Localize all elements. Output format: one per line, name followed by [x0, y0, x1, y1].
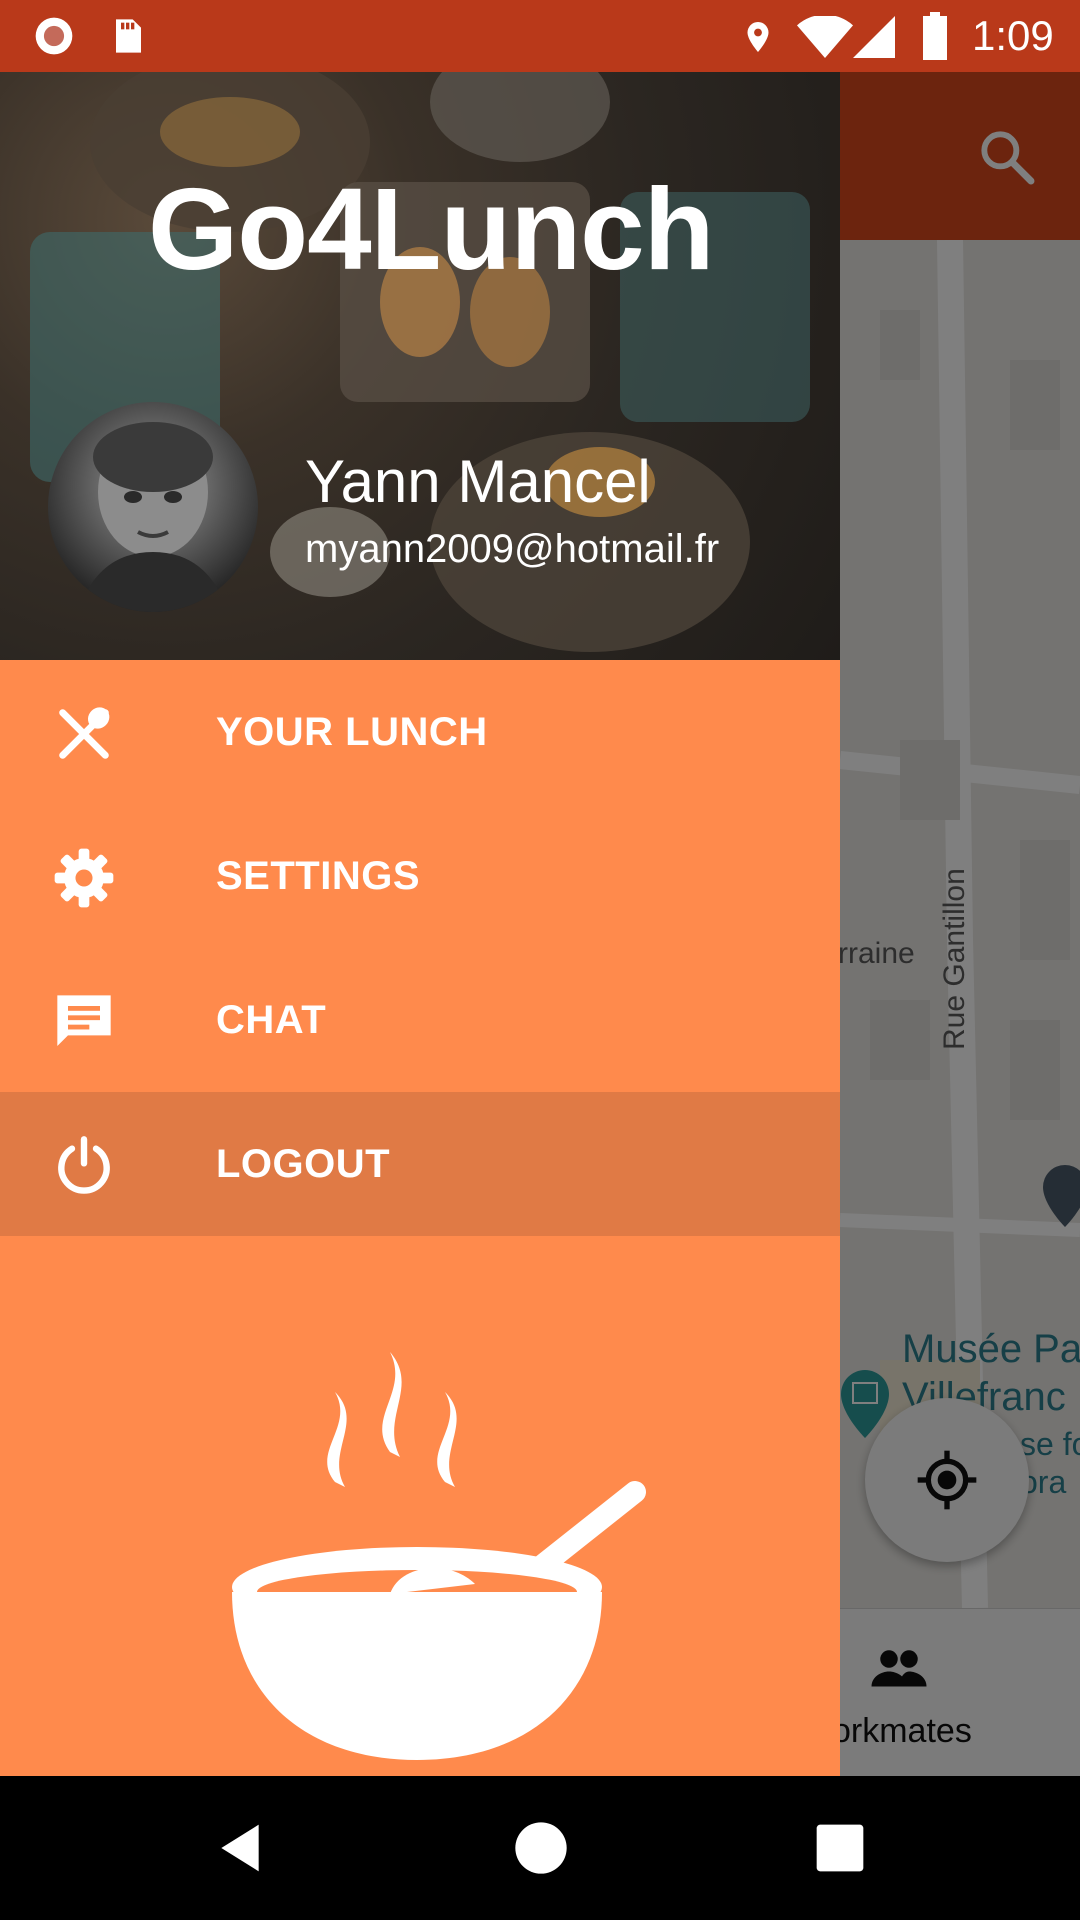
menu-item-label: SETTINGS	[216, 854, 421, 898]
fork-spoon-icon	[59, 707, 110, 759]
home-icon[interactable]	[513, 1820, 569, 1876]
wifi-icon	[797, 16, 853, 58]
menu-item-label: CHAT	[216, 998, 327, 1042]
location-icon	[747, 22, 769, 52]
status-time: 1:09	[972, 12, 1054, 59]
sd-card-icon	[116, 19, 141, 53]
menu-item-logout[interactable]: LOGOUT	[0, 1092, 840, 1236]
soup-bowl-icon	[232, 1352, 646, 1760]
signal-icon	[853, 16, 895, 58]
user-avatar[interactable]	[48, 402, 258, 612]
menu-item-your-lunch[interactable]: YOUR LUNCH	[0, 660, 840, 804]
notification-icon	[35, 17, 73, 55]
status-bar: 1:09	[0, 0, 1080, 72]
system-navigation-bar	[0, 1776, 1080, 1920]
avatar-portrait	[78, 422, 228, 612]
recents-icon[interactable]	[812, 1820, 868, 1876]
battery-icon	[923, 12, 947, 60]
user-name: Yann Mancel	[305, 448, 651, 515]
user-email: myann2009@hotmail.fr	[305, 527, 720, 571]
drawer-header: Go4Lunch Yann Mancel myann2009@hotmail.f…	[0, 72, 840, 660]
menu-item-chat[interactable]: CHAT	[0, 948, 840, 1092]
drawer-menu: YOUR LUNCH SETTINGS CHAT LOGOUT	[0, 660, 840, 1236]
back-icon[interactable]	[212, 1820, 268, 1876]
chat-icon	[57, 995, 111, 1046]
navigation-drawer: Go4Lunch Yann Mancel myann2009@hotmail.f…	[0, 72, 840, 1776]
menu-item-label: YOUR LUNCH	[216, 710, 488, 754]
app-title: Go4Lunch	[148, 164, 715, 294]
gear-icon	[54, 848, 114, 908]
menu-item-label: LOGOUT	[216, 1142, 391, 1186]
menu-item-settings[interactable]: SETTINGS	[0, 804, 840, 948]
power-icon	[58, 1136, 110, 1194]
